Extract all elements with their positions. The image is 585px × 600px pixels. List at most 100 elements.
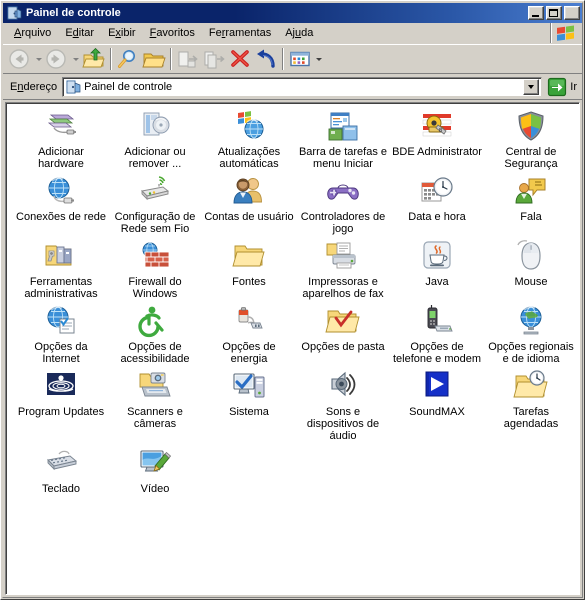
java-icon	[419, 239, 455, 273]
cp-item-ferramentas-administrativas[interactable]: Ferramentas administrativas	[14, 239, 108, 300]
control-panel-icon	[6, 5, 22, 21]
power-options-icon	[231, 304, 267, 338]
cp-item-label: Java	[425, 276, 449, 288]
address-input[interactable]: Painel de controle	[62, 76, 543, 97]
cp-item-label: Contas de usuário	[204, 211, 294, 223]
cp-item-label: Conexões de rede	[16, 211, 106, 223]
cp-item-opcoes-telefone-modem[interactable]: Opções de telefone e modem	[390, 304, 484, 365]
minimize-button[interactable]	[528, 6, 544, 20]
cp-item-data-hora[interactable]: Data e hora	[390, 174, 484, 235]
cp-item-opcoes-regionais-idioma[interactable]: Opções regionais e de idioma	[484, 304, 578, 365]
cp-item-label: Impressoras e aparelhos de fax	[302, 276, 384, 300]
back-dropdown-arrow[interactable]	[33, 46, 44, 72]
phone-modem-options-icon	[419, 304, 455, 338]
printers-faxes-icon	[325, 239, 361, 273]
go-button[interactable]: Ir	[542, 77, 579, 97]
cp-item-bde-administrator[interactable]: B BDE Administrator	[390, 109, 484, 170]
up-button[interactable]	[81, 46, 107, 72]
cp-item-label: Sistema	[229, 406, 269, 418]
mouse-icon	[513, 239, 549, 273]
cp-item-label: Opções de acessibilidade	[120, 341, 190, 365]
back-button[interactable]	[7, 46, 33, 72]
menu-bar: Arquivo Editar Exibir Favoritos Ferramen…	[3, 23, 582, 44]
cp-item-conexoes-rede[interactable]: Conexões de rede	[14, 174, 108, 235]
cp-item-label: Fontes	[232, 276, 266, 288]
search-button[interactable]	[115, 46, 141, 72]
cp-item-label: Vídeo	[140, 483, 170, 495]
cp-item-opcoes-internet[interactable]: Opções da Internet	[14, 304, 108, 365]
menu-ferramentas[interactable]: Ferramentas	[202, 25, 278, 41]
cp-item-program-updates[interactable]: Program Updates	[14, 369, 108, 442]
cp-item-configuracao-rede-sem-fio[interactable]: Configuração de Rede sem Fio	[108, 174, 202, 235]
bde-administrator-icon: B	[419, 109, 455, 143]
cp-item-sistema[interactable]: Sistema	[202, 369, 296, 442]
cp-item-atualizacoes-automaticas[interactable]: Atualizações automáticas	[202, 109, 296, 170]
cp-item-label: Central de Segurança	[504, 146, 558, 170]
cp-item-soundmax[interactable]: SoundMAX	[390, 369, 484, 442]
undo-button[interactable]	[253, 46, 279, 72]
close-button[interactable]	[564, 6, 580, 20]
cp-item-label: Fala	[520, 211, 542, 223]
views-dropdown-arrow[interactable]	[313, 46, 324, 72]
cp-item-label: SoundMAX	[409, 406, 465, 418]
folders-button[interactable]	[141, 46, 167, 72]
cp-item-fala[interactable]: Fala	[484, 174, 578, 235]
menu-exibir[interactable]: Exibir	[101, 25, 143, 41]
chevron-down-icon[interactable]	[523, 78, 540, 95]
cp-item-video[interactable]: Vídeo	[108, 446, 202, 495]
cp-item-adicionar-remover-programas[interactable]: Adicionar ou remover ...	[108, 109, 202, 170]
cp-item-scanners-cameras[interactable]: Scanners e câmeras	[108, 369, 202, 442]
move-to-button[interactable]	[175, 46, 201, 72]
cp-item-tarefas-agendadas[interactable]: Tarefas agendadas	[484, 369, 578, 442]
maximize-button[interactable]	[546, 6, 562, 20]
cp-item-label: Adicionar hardware	[38, 146, 84, 170]
cp-item-java[interactable]: Java	[390, 239, 484, 300]
date-time-icon	[419, 174, 455, 208]
cp-item-label: Sons e dispositivos de áudio	[306, 406, 380, 442]
administrative-tools-icon	[43, 239, 79, 273]
cp-item-central-seguranca[interactable]: Central de Segurança	[484, 109, 578, 170]
cp-item-barra-tarefas-menu-iniciar[interactable]: Barra de tarefas e menu Iniciar	[296, 109, 390, 170]
cp-item-label: BDE Administrator	[392, 146, 482, 158]
cp-item-label: Firewall do Windows	[128, 276, 182, 300]
menu-editar[interactable]: Editar	[58, 25, 101, 41]
menu-favoritos[interactable]: Favoritos	[143, 25, 202, 41]
cp-item-opcoes-pasta[interactable]: Opções de pasta	[296, 304, 390, 365]
cp-item-label: Controladores de jogo	[300, 211, 386, 235]
forward-button[interactable]	[44, 46, 70, 72]
forward-dropdown-arrow[interactable]	[70, 46, 81, 72]
cp-item-impressoras-fax[interactable]: Impressoras e aparelhos de fax	[296, 239, 390, 300]
copy-to-button[interactable]	[201, 46, 227, 72]
cp-item-controladores-jogo[interactable]: Controladores de jogo	[296, 174, 390, 235]
cp-item-teclado[interactable]: Teclado	[14, 446, 108, 495]
cp-item-mouse[interactable]: Mouse	[484, 239, 578, 300]
toolbar-separator-1	[110, 48, 112, 70]
cp-item-contas-usuario[interactable]: Contas de usuário	[202, 174, 296, 235]
add-hardware-icon	[43, 109, 79, 143]
cp-item-label: Teclado	[42, 483, 80, 495]
views-button[interactable]	[287, 46, 313, 72]
cp-item-firewall-windows[interactable]: Firewall do Windows	[108, 239, 202, 300]
windows-firewall-icon	[137, 239, 173, 273]
cp-item-fontes[interactable]: Fontes	[202, 239, 296, 300]
go-label: Ir	[570, 80, 577, 93]
cp-item-adicionar-hardware[interactable]: Adicionar hardware	[14, 109, 108, 170]
display-video-icon	[137, 446, 173, 480]
regional-language-options-icon	[513, 304, 549, 338]
network-connections-icon	[43, 174, 79, 208]
cp-item-label: Mouse	[514, 276, 548, 288]
cp-item-sons-dispositivos-audio[interactable]: Sons e dispositivos de áudio	[296, 369, 390, 442]
cp-item-opcoes-energia[interactable]: Opções de energia	[202, 304, 296, 365]
title-bar[interactable]: Painel de controle	[3, 3, 582, 23]
cp-item-label: Barra de tarefas e menu Iniciar	[298, 146, 388, 170]
cp-item-label: Atualizações automáticas	[217, 146, 281, 170]
folder-options-icon	[325, 304, 361, 338]
cp-item-label: Opções da Internet	[34, 341, 88, 365]
cp-item-opcoes-acessibilidade[interactable]: Opções de acessibilidade	[108, 304, 202, 365]
cp-item-label: Adicionar ou remover ...	[124, 146, 186, 170]
soundmax-icon	[419, 369, 455, 403]
delete-x-button[interactable]	[227, 46, 253, 72]
menu-arquivo[interactable]: Arquivo	[7, 25, 58, 41]
menu-ajuda[interactable]: Ajuda	[278, 25, 320, 41]
window-title: Painel de controle	[26, 7, 121, 19]
